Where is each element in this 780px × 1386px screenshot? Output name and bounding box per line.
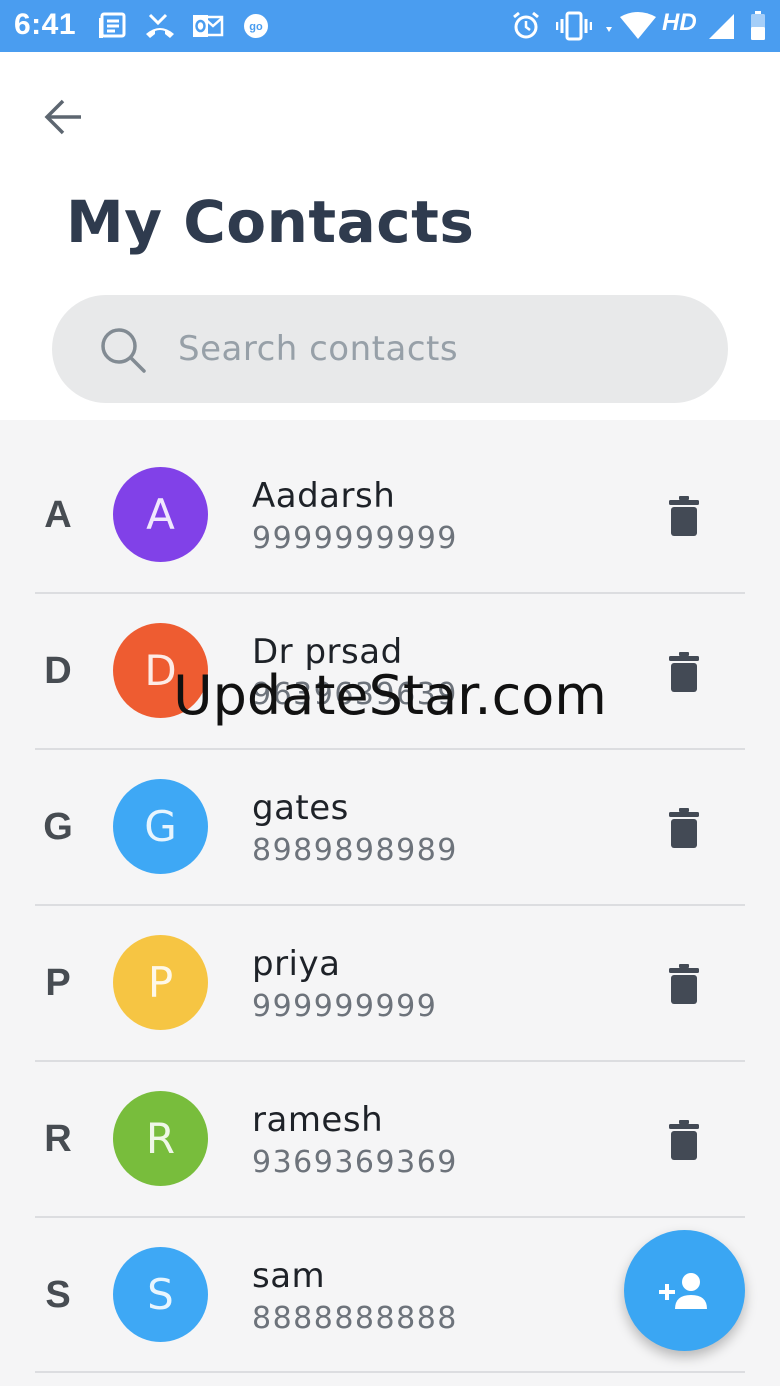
section-letter: S	[45, 1274, 71, 1316]
signal-icon	[706, 10, 736, 42]
alarm-icon	[510, 10, 542, 42]
delete-button[interactable]	[662, 1118, 706, 1162]
contact-phone: 9369369369	[252, 1145, 458, 1180]
delete-button[interactable]	[662, 962, 706, 1006]
section-letter: P	[45, 962, 71, 1004]
page-title: My Contacts	[66, 188, 475, 256]
header: My Contacts	[0, 52, 780, 420]
avatar: P	[113, 935, 208, 1030]
contact-name: Dr prsad	[252, 632, 403, 672]
go-icon: go	[242, 10, 270, 42]
person-add-icon	[658, 1272, 707, 1309]
section-letter: G	[43, 806, 73, 848]
contact-row[interactable]: G G gates 8989898989	[0, 732, 780, 888]
trash-icon	[669, 496, 699, 536]
delete-button[interactable]	[662, 650, 706, 694]
outlook-icon	[192, 10, 224, 42]
contact-name: Aadarsh	[252, 476, 396, 516]
delete-button[interactable]	[662, 494, 706, 538]
avatar: S	[113, 1247, 208, 1342]
contact-phone: 8888888888	[252, 1301, 458, 1336]
avatar: G	[113, 779, 208, 874]
vibrate-icon	[556, 10, 592, 42]
divider	[35, 1371, 745, 1373]
section-letter: R	[44, 1118, 72, 1160]
contact-phone: 9639639639	[252, 677, 458, 712]
avatar: R	[113, 1091, 208, 1186]
status-bar: 6:41 go HD	[0, 0, 780, 52]
avatar: A	[113, 467, 208, 562]
section-letter: D	[44, 650, 72, 692]
add-contact-button[interactable]	[624, 1230, 745, 1351]
delete-button[interactable]	[662, 806, 706, 850]
trash-icon	[669, 964, 699, 1004]
notes-icon	[96, 10, 128, 42]
battery-icon	[748, 10, 768, 42]
contact-phone: 8989898989	[252, 833, 458, 868]
back-button[interactable]	[38, 92, 88, 142]
search-bar[interactable]	[52, 295, 728, 403]
contact-name: gates	[252, 788, 349, 828]
avatar: D	[113, 623, 208, 718]
search-icon	[101, 328, 146, 373]
contact-row[interactable]: P P priya 999999999	[0, 888, 780, 1044]
trash-icon	[669, 808, 699, 848]
arrow-back-icon	[44, 99, 81, 135]
contact-row[interactable]: R R ramesh 9369369369	[0, 1044, 780, 1200]
trash-icon	[669, 652, 699, 692]
contact-phone: 9999999999	[252, 521, 458, 556]
contact-phone: 999999999	[252, 989, 438, 1024]
wifi-icon	[604, 10, 658, 42]
section-letter: A	[44, 494, 72, 536]
svg-text:go: go	[249, 21, 263, 33]
contact-row[interactable]: D D Dr prsad 9639639639	[0, 576, 780, 732]
contact-name: ramesh	[252, 1100, 384, 1140]
missed-call-icon	[144, 10, 176, 42]
trash-icon	[669, 1120, 699, 1160]
search-input[interactable]	[178, 319, 698, 379]
network-type-label: HD	[662, 9, 697, 36]
status-time: 6:41	[14, 8, 77, 41]
contact-name: sam	[252, 1256, 326, 1296]
contact-row[interactable]: A A Aadarsh 9999999999	[0, 420, 780, 576]
contact-name: priya	[252, 944, 341, 984]
